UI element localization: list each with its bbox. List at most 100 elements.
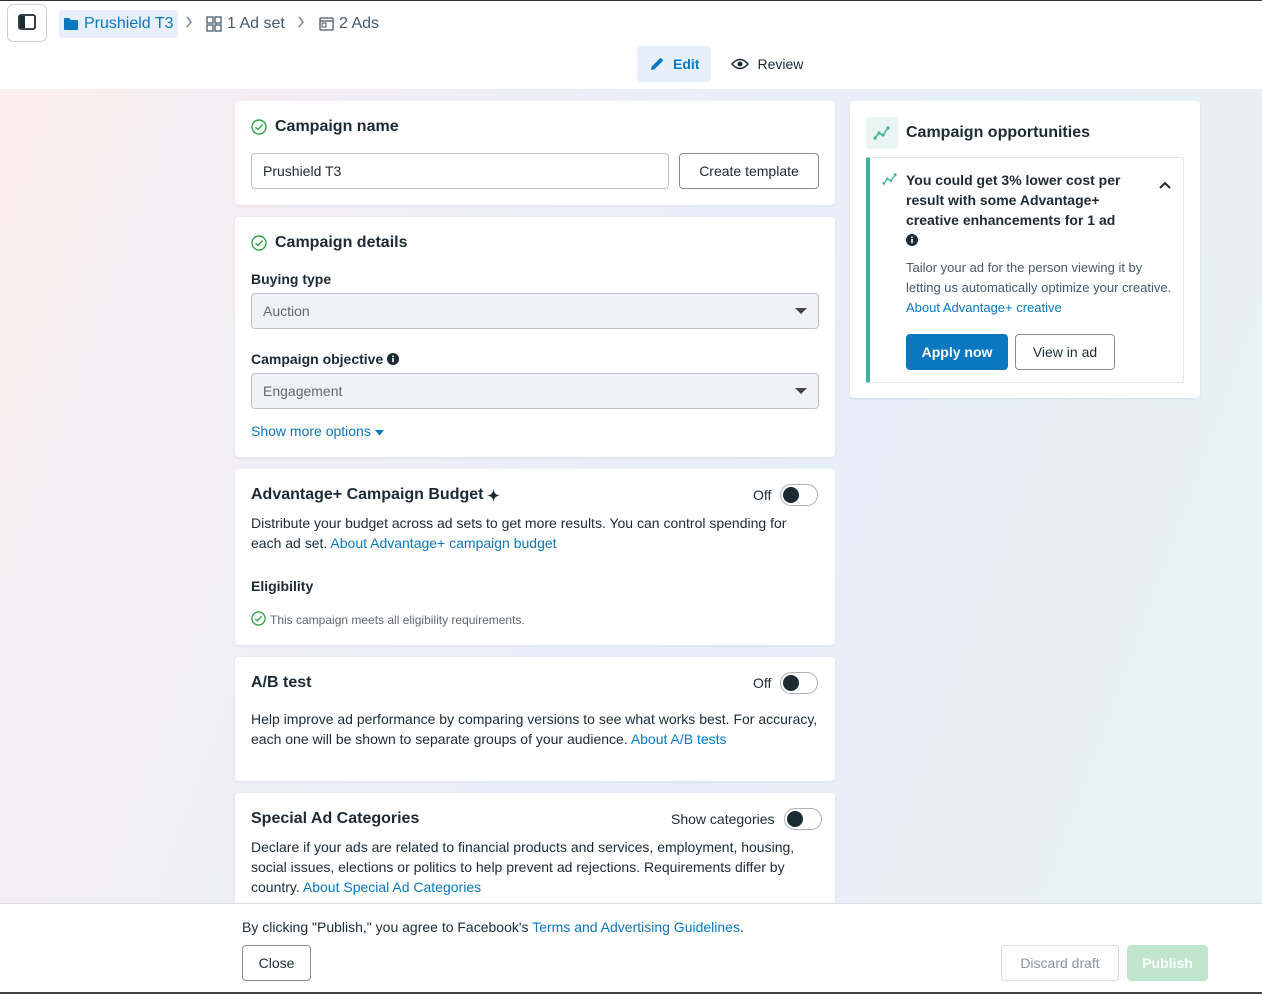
tab-review[interactable]: Review — [719, 46, 815, 82]
opportunity-body: Tailor your ad for the person viewing it… — [906, 258, 1176, 318]
mode-tabs: Edit Review — [637, 46, 815, 82]
eligibility-label: Eligibility — [251, 578, 314, 594]
create-template-label: Create template — [699, 163, 799, 179]
buying-type-value: Auction — [263, 303, 310, 319]
eligibility-status: This campaign meets all eligibility requ… — [251, 611, 525, 629]
advantage-budget-toggle-group: Off — [753, 484, 819, 506]
breadcrumb-ads-label: 2 Ads — [339, 15, 380, 32]
campaign-opportunities-heading: Campaign opportunities — [866, 117, 1090, 149]
view-in-ad-button[interactable]: View in ad — [1015, 334, 1115, 370]
advantage-budget-title: Advantage+ Campaign Budget — [251, 486, 484, 503]
check-circle-icon — [251, 235, 267, 251]
campaign-name-value: Prushield T3 — [263, 163, 342, 179]
create-template-button[interactable]: Create template — [679, 153, 819, 189]
campaign-name-heading: Campaign name — [251, 118, 399, 136]
about-advantage-creative-link[interactable]: About Advantage+ creative — [906, 300, 1062, 315]
campaign-objective-label: Campaign objective — [251, 351, 384, 367]
breadcrumb-ad-set[interactable]: 1 Ad set — [206, 10, 285, 38]
breadcrumb-campaign[interactable]: Prushield T3 — [59, 10, 178, 38]
opportunity-headline-text: You could get 3% lower cost per result w… — [906, 172, 1121, 228]
show-categories-toggle[interactable] — [783, 808, 822, 830]
publish-button[interactable]: Publish — [1127, 945, 1208, 981]
top-bar: Prushield T3 1 Ad set 2 Ads Edit Review — [0, 0, 1262, 89]
campaign-details-title: Campaign details — [275, 234, 408, 251]
campaign-details-heading: Campaign details — [251, 234, 407, 252]
sidebar-toggle-button[interactable] — [7, 4, 47, 42]
ab-test-desc-text: Help improve ad performance by comparing… — [251, 711, 818, 747]
ab-test-description: Help improve ad performance by comparing… — [251, 709, 819, 749]
ab-test-toggle[interactable] — [780, 672, 819, 694]
buying-type-select[interactable]: Auction — [251, 293, 819, 329]
publish-agreement: By clicking "Publish," you agree to Face… — [242, 919, 744, 935]
advantage-budget-description: Distribute your budget across ad sets to… — [251, 513, 819, 553]
toggle-knob — [783, 487, 800, 503]
advantage-budget-toggle[interactable] — [780, 484, 819, 506]
discard-draft-label: Discard draft — [1020, 955, 1100, 971]
show-categories-toggle-group: Show categories — [671, 808, 822, 830]
chevron-up-icon[interactable] — [1159, 176, 1171, 192]
grid-icon — [206, 16, 222, 32]
breadcrumb-campaign-label: Prushield T3 — [84, 15, 174, 32]
campaign-name-title: Campaign name — [275, 118, 399, 135]
ab-test-title: A/B test — [251, 674, 312, 691]
campaign-details-card: Campaign details Buying type Auction Cam… — [235, 217, 835, 457]
opportunity-headline: You could get 3% lower cost per result w… — [906, 170, 1130, 250]
tab-edit-label: Edit — [673, 56, 700, 72]
caret-down-icon — [795, 308, 807, 314]
campaign-opportunities-card: Campaign opportunities You could get 3% … — [850, 101, 1200, 398]
info-icon[interactable] — [387, 353, 400, 365]
ab-test-toggle-label: Off — [753, 675, 772, 691]
breadcrumb-ads[interactable]: 2 Ads — [319, 10, 379, 38]
ab-test-toggle-group: Off — [753, 672, 819, 694]
tab-review-label: Review — [757, 56, 804, 72]
editor-content: Campaign name Prushield T3 Create templa… — [0, 89, 1262, 903]
campaign-name-input[interactable]: Prushield T3 — [251, 153, 669, 189]
chevron-right-icon — [185, 15, 193, 31]
pencil-icon — [649, 56, 665, 72]
buying-type-label: Buying type — [251, 271, 332, 287]
ad-window-icon — [319, 17, 334, 31]
toggle-knob — [783, 675, 800, 691]
special-ad-categories-card: Special Ad Categories Show categories De… — [235, 793, 835, 903]
campaign-objective-value: Engagement — [263, 383, 343, 399]
discard-draft-button[interactable]: Discard draft — [1001, 945, 1119, 981]
advantage-budget-heading: Advantage+ Campaign Budget — [251, 486, 501, 504]
caret-down-icon — [374, 423, 384, 439]
ab-test-card: A/B test Off Help improve ad performance… — [235, 657, 835, 781]
tab-edit[interactable]: Edit — [637, 46, 712, 82]
apply-now-button[interactable]: Apply now — [906, 334, 1008, 370]
sidebar-panel-icon — [18, 13, 36, 33]
publish-agreement-text: By clicking "Publish," you agree to Face… — [242, 919, 529, 935]
close-label: Close — [258, 955, 295, 971]
check-circle-icon — [251, 119, 267, 135]
advantage-budget-toggle-label: Off — [753, 487, 772, 503]
special-ad-categories-title: Special Ad Categories — [251, 810, 420, 827]
publish-footer: By clicking "Publish," you agree to Face… — [0, 903, 1262, 994]
publish-agreement-period: . — [739, 919, 744, 935]
eye-icon — [731, 58, 750, 70]
campaign-opportunities-title: Campaign opportunities — [906, 124, 1090, 141]
opportunity-body-text: Tailor your ad for the person viewing it… — [906, 260, 1172, 295]
about-advantage-budget-link[interactable]: About Advantage+ campaign budget — [330, 535, 556, 551]
show-more-options-label: Show more options — [251, 423, 371, 439]
opportunity-trend-icon — [882, 172, 898, 189]
chevron-right-icon — [297, 15, 305, 31]
opportunity-trend-icon — [866, 117, 898, 149]
special-ad-categories-description: Declare if your ads are related to finan… — [251, 837, 819, 897]
about-special-ad-categories-link[interactable]: About Special Ad Categories — [303, 879, 481, 895]
opportunity-item: You could get 3% lower cost per result w… — [866, 157, 1184, 383]
close-button[interactable]: Close — [242, 945, 311, 981]
caret-down-icon — [795, 388, 807, 394]
campaign-objective-select[interactable]: Engagement — [251, 373, 819, 409]
show-more-options-link[interactable]: Show more options — [251, 423, 384, 439]
info-icon[interactable] — [906, 234, 918, 246]
terms-guidelines-link[interactable]: Terms and Advertising Guidelines — [532, 919, 740, 935]
about-ab-tests-link[interactable]: About A/B tests — [631, 731, 727, 747]
sparkle-plus-icon — [487, 488, 501, 502]
view-in-ad-label: View in ad — [1032, 344, 1098, 360]
eligibility-status-text: This campaign meets all eligibility requ… — [270, 613, 525, 627]
campaign-name-card: Campaign name Prushield T3 Create templa… — [235, 101, 835, 205]
advantage-budget-card: Advantage+ Campaign Budget Off Distribut… — [235, 469, 835, 645]
campaign-objective-label-row: Campaign objective — [251, 351, 400, 367]
show-categories-label: Show categories — [671, 811, 775, 827]
